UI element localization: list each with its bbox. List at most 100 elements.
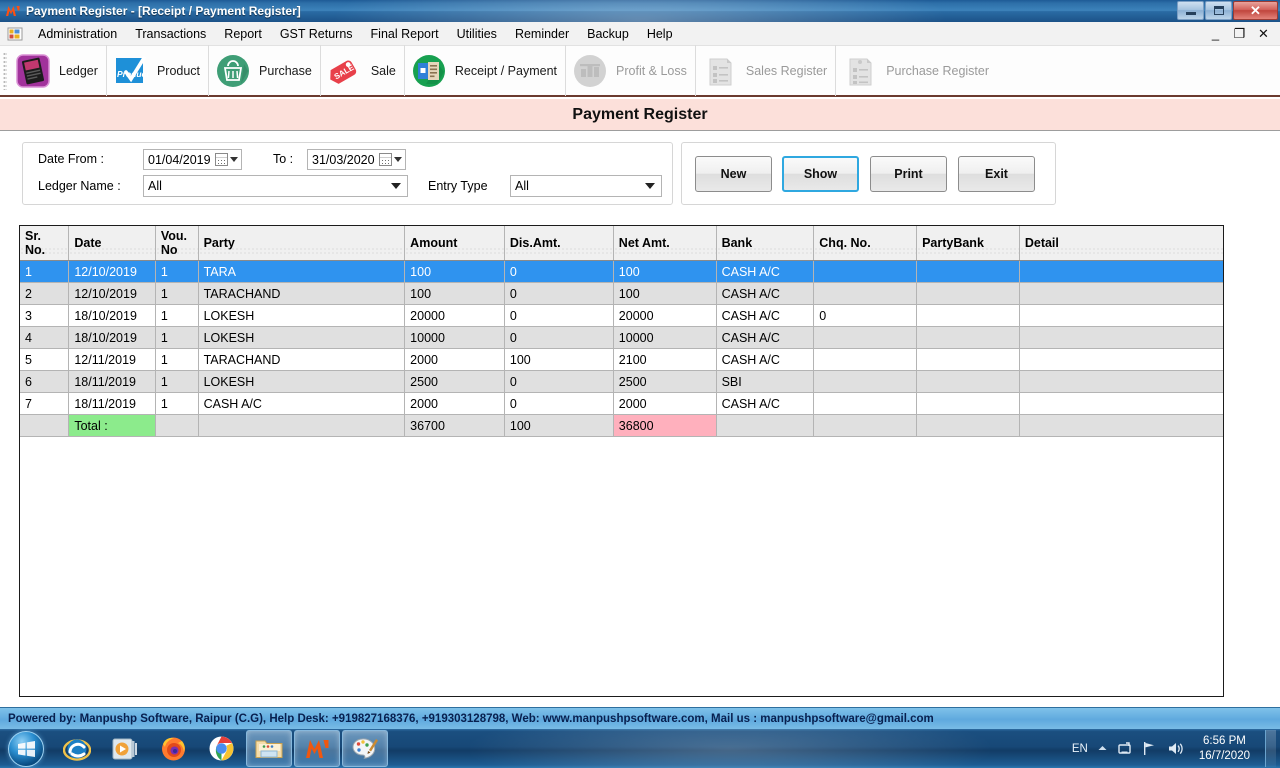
cell-chq-no[interactable] xyxy=(813,326,918,349)
toolbar-button-sales-register[interactable]: Sales Register xyxy=(696,45,837,96)
cell-chq-no[interactable]: 0 xyxy=(813,304,918,327)
toolbar-button-receipt-payment[interactable]: Receipt / Payment xyxy=(405,45,567,96)
cell-partybank[interactable] xyxy=(916,370,1020,393)
menu-item-help[interactable]: Help xyxy=(638,24,682,44)
date-from-input[interactable]: 01/04/2019 xyxy=(143,149,242,170)
cell-partybank[interactable] xyxy=(916,348,1020,371)
menu-item-transactions[interactable]: Transactions xyxy=(126,24,215,44)
cell-date[interactable]: 18/10/2019 xyxy=(68,304,156,327)
cell-sr-no[interactable]: 1 xyxy=(20,260,70,283)
table-row[interactable]: 1 12/10/2019 1 TARA 100 0 100 CASH A/C xyxy=(20,260,1223,283)
cell-detail[interactable] xyxy=(1019,326,1223,349)
cell-chq-no[interactable] xyxy=(813,392,918,415)
column-header-dis-amt[interactable]: Dis.Amt. xyxy=(504,226,614,261)
cell-net-amt[interactable]: 10000 xyxy=(613,326,717,349)
volume-icon[interactable] xyxy=(1167,741,1184,756)
cell-dis-amt[interactable]: 0 xyxy=(504,260,614,283)
cell-bank[interactable]: CASH A/C xyxy=(716,348,815,371)
menu-item-administration[interactable]: Administration xyxy=(29,24,126,44)
cell-partybank[interactable] xyxy=(916,392,1020,415)
toolbar-button-profit-loss[interactable]: Profit & Loss xyxy=(566,45,696,96)
window-close-button[interactable]: ✕ xyxy=(1233,1,1278,20)
menu-item-report[interactable]: Report xyxy=(215,24,271,44)
taskbar-chrome-icon[interactable] xyxy=(198,730,244,767)
cell-bank[interactable]: CASH A/C xyxy=(716,326,815,349)
cell-partybank[interactable] xyxy=(916,326,1020,349)
menu-item-gst-returns[interactable]: GST Returns xyxy=(271,24,362,44)
cell-date[interactable]: 18/11/2019 xyxy=(68,370,156,393)
taskbar-internet-explorer-icon[interactable] xyxy=(54,730,100,767)
cell-sr-no[interactable]: 5 xyxy=(20,348,70,371)
column-header-partybank[interactable]: PartyBank xyxy=(916,226,1020,261)
network-icon[interactable] xyxy=(1142,741,1158,756)
taskbar-media-player-icon[interactable] xyxy=(102,730,148,767)
cell-bank[interactable]: CASH A/C xyxy=(716,282,815,305)
cell-vou-no[interactable]: 1 xyxy=(155,392,199,415)
cell-bank[interactable]: SBI xyxy=(716,370,815,393)
cell-vou-no[interactable]: 1 xyxy=(155,326,199,349)
cell-amount[interactable]: 2000 xyxy=(404,392,505,415)
cell-detail[interactable] xyxy=(1019,392,1223,415)
menu-item-backup[interactable]: Backup xyxy=(578,24,638,44)
tray-language-indicator[interactable]: EN xyxy=(1072,743,1088,755)
cell-party[interactable]: LOKESH xyxy=(198,370,406,393)
cell-detail[interactable] xyxy=(1019,348,1223,371)
cell-date[interactable]: 12/11/2019 xyxy=(68,348,156,371)
action-center-icon[interactable] xyxy=(1117,741,1133,757)
cell-dis-amt[interactable]: 0 xyxy=(504,304,614,327)
taskbar-file-explorer-icon[interactable] xyxy=(246,730,292,767)
menu-item-utilities[interactable]: Utilities xyxy=(448,24,506,44)
cell-detail[interactable] xyxy=(1019,282,1223,305)
taskbar-paint-icon[interactable] xyxy=(342,730,388,767)
window-maximize-button[interactable] xyxy=(1205,1,1232,20)
chevron-down-icon[interactable] xyxy=(230,157,238,162)
taskbar-clock[interactable]: 6:56 PM 16/7/2020 xyxy=(1193,734,1256,764)
cell-party[interactable]: CASH A/C xyxy=(198,392,406,415)
cell-dis-amt[interactable]: 0 xyxy=(504,392,614,415)
ledger-name-select[interactable]: All xyxy=(143,175,408,197)
cell-chq-no[interactable] xyxy=(813,370,918,393)
cell-bank[interactable]: CASH A/C xyxy=(716,260,815,283)
chevron-down-icon[interactable] xyxy=(394,157,402,162)
toolbar-button-purchase[interactable]: Purchase xyxy=(209,45,321,96)
cell-bank[interactable]: CASH A/C xyxy=(716,304,815,327)
cell-net-amt[interactable]: 2500 xyxy=(613,370,717,393)
cell-vou-no[interactable]: 1 xyxy=(155,282,199,305)
start-orb-icon[interactable] xyxy=(2,730,52,767)
cell-net-amt[interactable]: 20000 xyxy=(613,304,717,327)
column-header-net-amt[interactable]: Net Amt. xyxy=(613,226,717,261)
cell-net-amt[interactable]: 100 xyxy=(613,282,717,305)
cell-partybank[interactable] xyxy=(916,282,1020,305)
cell-detail[interactable] xyxy=(1019,370,1223,393)
date-to-input[interactable]: 31/03/2020 xyxy=(307,149,406,170)
mdi-restore-button[interactable]: ❐ xyxy=(1233,26,1246,42)
cell-vou-no[interactable]: 1 xyxy=(155,370,199,393)
cell-party[interactable]: LOKESH xyxy=(198,304,406,327)
cell-party[interactable]: TARACHAND xyxy=(198,348,406,371)
cell-party[interactable]: TARACHAND xyxy=(198,282,406,305)
cell-net-amt[interactable]: 100 xyxy=(613,260,717,283)
window-minimize-button[interactable] xyxy=(1177,1,1204,20)
cell-sr-no[interactable]: 7 xyxy=(20,392,70,415)
cell-sr-no[interactable]: 4 xyxy=(20,326,70,349)
calendar-icon[interactable] xyxy=(379,153,392,166)
cell-sr-no[interactable]: 2 xyxy=(20,282,70,305)
cell-date[interactable]: 12/10/2019 xyxy=(68,260,156,283)
cell-dis-amt[interactable]: 0 xyxy=(504,326,614,349)
show-hidden-icons-icon[interactable] xyxy=(1097,743,1108,754)
table-row[interactable]: 3 18/10/2019 1 LOKESH 20000 0 20000 CASH A/C 0 xyxy=(20,304,1223,327)
cell-detail[interactable] xyxy=(1019,260,1223,283)
exit-button[interactable]: Exit xyxy=(958,156,1035,192)
cell-date[interactable]: 12/10/2019 xyxy=(68,282,156,305)
toolbar-grip-handle[interactable] xyxy=(3,51,7,90)
new-button[interactable]: New xyxy=(695,156,772,192)
payment-register-grid[interactable]: Sr. No. Date Vou. No Party Amount Dis.Am… xyxy=(19,225,1224,697)
column-header-bank[interactable]: Bank xyxy=(716,226,815,261)
cell-vou-no[interactable]: 1 xyxy=(155,304,199,327)
column-header-amount[interactable]: Amount xyxy=(404,226,505,261)
cell-partybank[interactable] xyxy=(916,260,1020,283)
cell-vou-no[interactable]: 1 xyxy=(155,260,199,283)
table-row[interactable]: 7 18/11/2019 1 CASH A/C 2000 0 2000 CASH A/C xyxy=(20,392,1223,415)
column-header-sr-no[interactable]: Sr. No. xyxy=(20,226,70,261)
cell-dis-amt[interactable]: 0 xyxy=(504,282,614,305)
